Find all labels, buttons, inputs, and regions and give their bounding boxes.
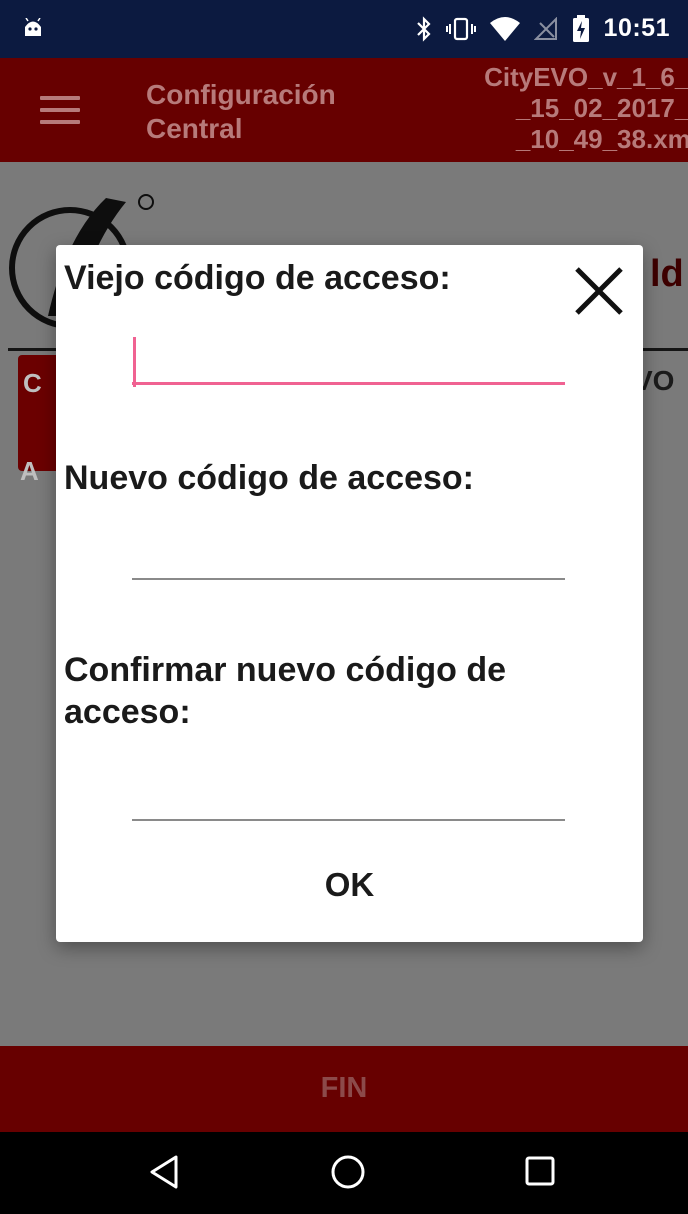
recents-icon[interactable] xyxy=(524,1155,556,1187)
android-debug-icon xyxy=(25,18,41,36)
old-code-label: Viejo código de acceso: xyxy=(64,259,451,297)
file-name-line2: _15_02_2017_- xyxy=(515,93,688,123)
wifi-icon xyxy=(489,16,520,41)
confirm-code-underline xyxy=(132,819,565,821)
old-code-underline xyxy=(132,382,565,385)
config-file-name: CityEVO_v_1_6_- _15_02_2017_- _10_49_38.… xyxy=(458,62,688,155)
no-signal-icon xyxy=(533,16,557,40)
background-heading-fragment: ld xyxy=(650,253,684,295)
file-name-line3: _10_49_38.xml xyxy=(515,124,688,154)
confirm-code-label: Confirmar nuevo código de acceso: xyxy=(64,651,507,731)
clock: 10:51 xyxy=(603,14,670,42)
new-code-label: Nuevo código de acceso: xyxy=(64,459,474,497)
app-title-line2: Central xyxy=(146,113,243,144)
confirm-code-input[interactable] xyxy=(132,777,565,821)
old-code-field[interactable] xyxy=(132,337,565,387)
app-title: Configuración Central xyxy=(146,78,336,146)
bottom-bar: FIN xyxy=(0,1046,688,1132)
vibrate-icon xyxy=(445,17,476,40)
ok-button[interactable]: OK xyxy=(56,865,643,905)
back-icon[interactable] xyxy=(148,1154,180,1190)
background-button-label-bottom: A xyxy=(20,456,39,486)
bluetooth-icon xyxy=(416,15,431,42)
change-access-code-dialog: Viejo código de acceso: Nuevo código de … xyxy=(56,245,643,942)
new-code-input[interactable] xyxy=(132,536,565,580)
old-code-input[interactable] xyxy=(132,341,565,385)
new-code-field[interactable] xyxy=(132,536,565,580)
new-code-underline xyxy=(132,578,565,580)
file-name-line1: CityEVO_v_1_6_- xyxy=(484,62,688,92)
battery-charging-icon xyxy=(572,14,589,42)
navigation-bar xyxy=(0,1132,688,1214)
fin-button[interactable]: FIN xyxy=(0,1072,688,1105)
text-caret xyxy=(133,337,136,387)
hamburger-menu-icon[interactable] xyxy=(40,96,80,124)
close-icon[interactable] xyxy=(569,261,629,321)
app-bar: Configuración Central CityEVO_v_1_6_- _1… xyxy=(0,58,688,162)
background-button-label-top: C xyxy=(23,368,42,398)
app-title-line1: Configuración xyxy=(146,79,336,110)
home-icon[interactable] xyxy=(330,1154,366,1190)
confirm-code-field[interactable] xyxy=(132,777,565,821)
status-bar: 10:51 xyxy=(0,0,688,58)
